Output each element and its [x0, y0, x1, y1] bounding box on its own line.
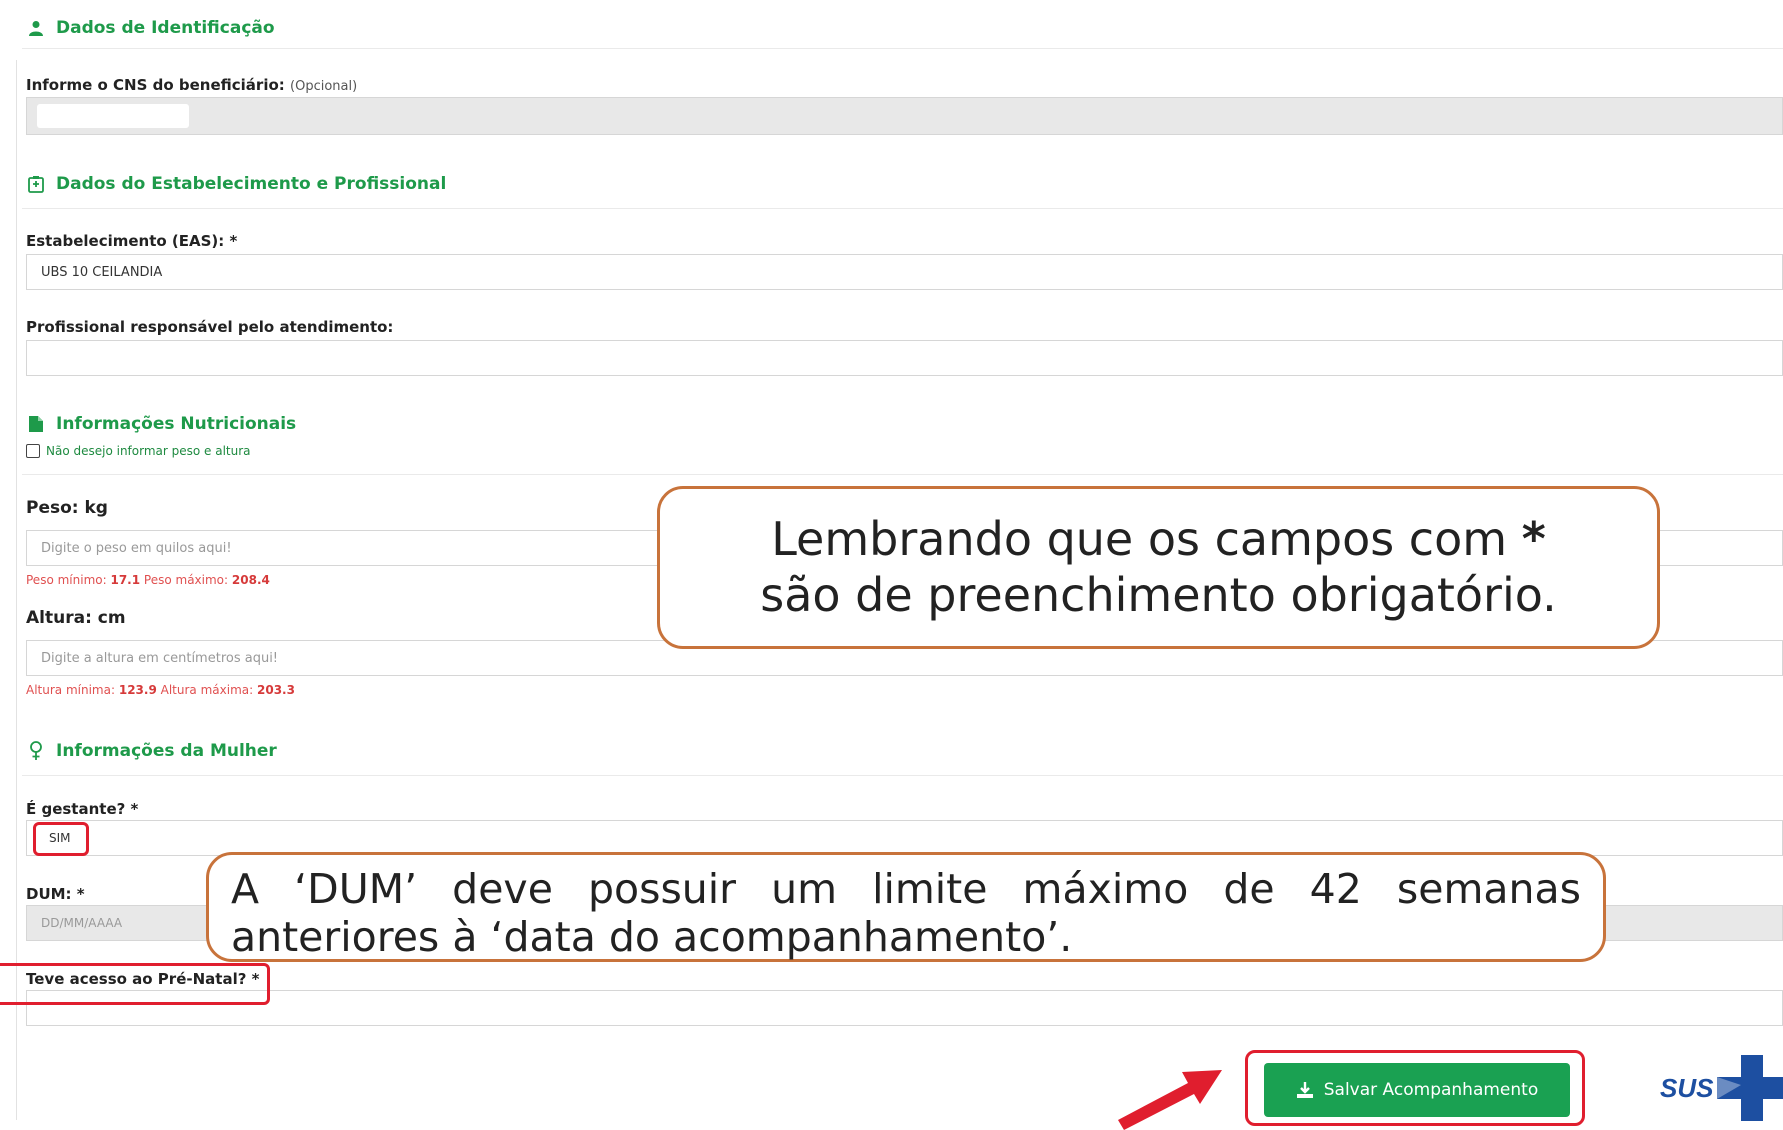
prenatal-select[interactable]: [26, 990, 1783, 1026]
peso-placeholder: Digite o peso em quilos aqui!: [41, 540, 232, 556]
nao-informar-label: Não desejo informar peso e altura: [46, 444, 251, 458]
estabelecimento-select[interactable]: UBS 10 CEILANDIA: [26, 254, 1783, 290]
section-divider: [22, 775, 1783, 776]
female-icon: [26, 741, 46, 761]
callout-star: *: [1521, 512, 1546, 566]
cns-label: Informe o CNS do beneficiário: (Opcional…: [26, 76, 357, 94]
sus-cross-icon: [1717, 1055, 1783, 1121]
section-title-nutricionais: Informações Nutricionais: [56, 414, 297, 434]
save-button[interactable]: Salvar Acompanhamento: [1264, 1063, 1570, 1117]
gestante-highlight: [33, 822, 89, 856]
estabelecimento-label: Estabelecimento (EAS): *: [26, 232, 238, 250]
section-estabelecimento: Dados do Estabelecimento e Profissional: [26, 174, 446, 194]
peso-max-value: 208.4: [231, 573, 270, 587]
dum-label: DUM: *: [26, 885, 85, 903]
profissional-select[interactable]: [26, 340, 1783, 376]
file-icon: [26, 414, 46, 434]
user-icon: [26, 18, 46, 38]
callout-line2: são de preenchimento obrigatório.: [760, 568, 1557, 622]
nao-informar-checkbox-row[interactable]: Não desejo informar peso e altura: [26, 444, 251, 458]
form-page: Dados de Identificação Informe o CNS do …: [0, 0, 1783, 1130]
gestante-select[interactable]: SIM: [26, 820, 1783, 856]
nao-informar-checkbox[interactable]: [26, 444, 40, 458]
gestante-label: É gestante? *: [26, 800, 139, 818]
peso-min-value: 17.1: [110, 573, 141, 587]
dum-callout-text: A ‘DUM’ deve possuir um limite máximo de…: [231, 865, 1581, 961]
altura-label: Altura: cm: [26, 608, 126, 628]
left-border: [16, 60, 17, 1120]
cns-label-text: Informe o CNS do beneficiário:: [26, 76, 285, 94]
section-divider: [22, 474, 1783, 475]
section-title-mulher: Informações da Mulher: [56, 741, 277, 761]
peso-min-label: Peso mínimo:: [26, 573, 107, 587]
section-nutricionais: Informações Nutricionais: [26, 414, 296, 434]
peso-label: Peso: kg: [26, 498, 108, 518]
save-button-label: Salvar Acompanhamento: [1323, 1080, 1539, 1100]
section-title-identificacao: Dados de Identificação: [56, 18, 275, 38]
download-icon: [1296, 1082, 1313, 1098]
section-identificacao: Dados de Identificação: [26, 18, 275, 38]
dum-callout: A ‘DUM’ deve possuir um limite máximo de…: [206, 852, 1606, 962]
cns-field[interactable]: [26, 97, 1783, 135]
section-divider: [22, 208, 1783, 209]
hospital-icon: [26, 174, 46, 194]
section-title-estabelecimento: Dados do Estabelecimento e Profissional: [56, 174, 447, 194]
required-fields-callout-text: Lembrando que os campos com * são de pre…: [660, 511, 1657, 623]
dum-placeholder: DD/MM/AAAA: [41, 916, 123, 930]
pointer-arrow-icon: [1118, 1070, 1222, 1130]
altura-max-label: Altura máxima:: [160, 683, 254, 697]
altura-hint: Altura mínima: 123.9 Altura máxima: 203.…: [26, 683, 295, 697]
callout-line1: Lembrando que os campos com: [771, 512, 1522, 566]
profissional-label: Profissional responsável pelo atendiment…: [26, 318, 394, 336]
altura-placeholder: Digite a altura em centímetros aqui!: [41, 650, 279, 666]
sus-logo: SUS: [1660, 1055, 1783, 1121]
peso-max-label: Peso máximo:: [143, 573, 229, 587]
sus-logo-text: SUS: [1660, 1072, 1714, 1103]
estabelecimento-value: UBS 10 CEILANDIA: [41, 264, 163, 280]
peso-hint: Peso mínimo: 17.1 Peso máximo: 208.4: [26, 573, 270, 587]
section-mulher: Informações da Mulher: [26, 741, 277, 761]
cns-optional-text: (Opcional): [290, 79, 358, 94]
required-fields-callout: Lembrando que os campos com * são de pre…: [657, 486, 1660, 649]
altura-min-value: 123.9: [118, 683, 157, 697]
cns-input-box[interactable]: [37, 104, 189, 128]
altura-max-value: 203.3: [257, 683, 295, 697]
altura-min-label: Altura mínima:: [26, 683, 116, 697]
section-divider: [22, 48, 1783, 49]
prenatal-highlight: [0, 963, 270, 1005]
